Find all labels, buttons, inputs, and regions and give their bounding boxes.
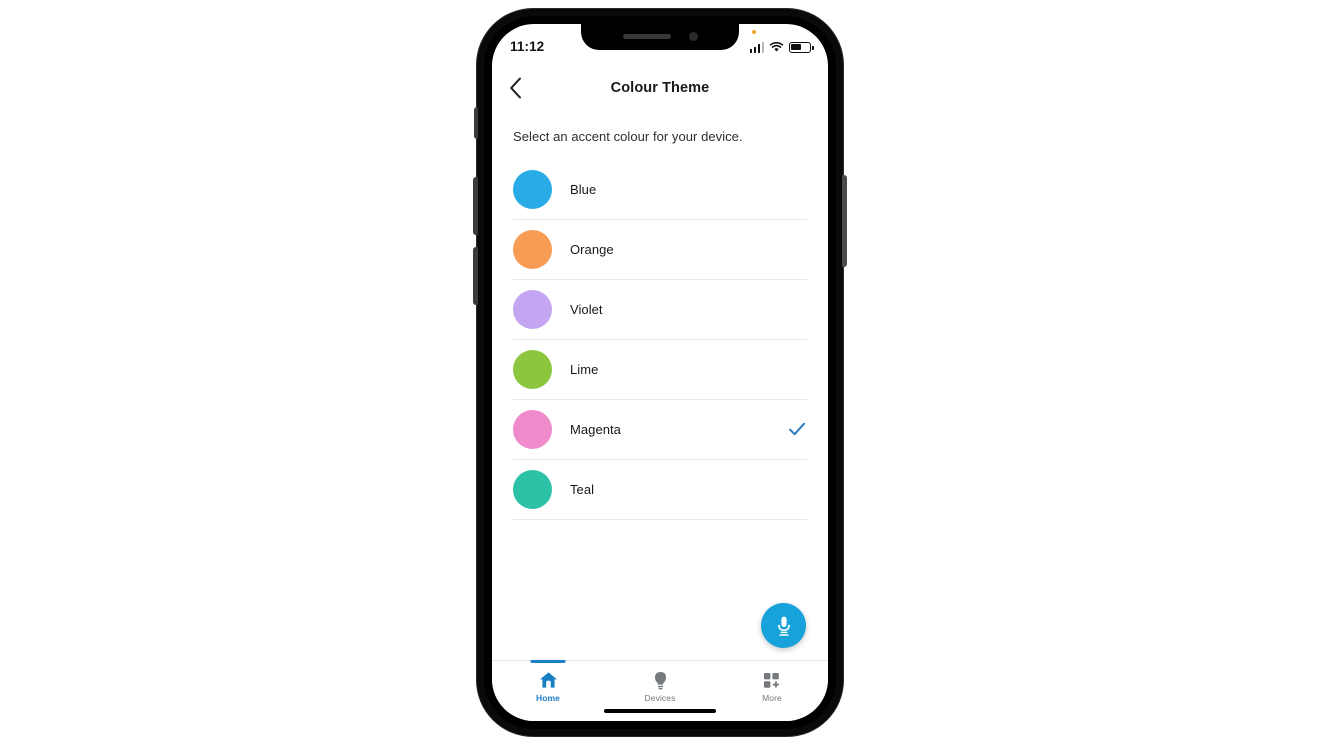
colour-label: Blue [570, 181, 597, 197]
cellular-signal-icon [749, 41, 764, 53]
tab-home[interactable]: Home [492, 660, 604, 721]
earpiece-speaker-icon [622, 33, 671, 39]
phone-frame: 11:12 Colour Theme Select an accent colo… [473, 9, 847, 736]
tab-label: Home [535, 693, 561, 703]
tab-label: Devices [644, 693, 676, 703]
colour-option-orange[interactable]: Orange [513, 220, 807, 280]
colour-swatch [513, 229, 552, 269]
colour-option-blue[interactable]: Blue [513, 160, 807, 220]
colour-swatch [513, 169, 552, 209]
home-indicator[interactable] [604, 709, 716, 713]
nav-bar: Colour Theme [492, 64, 828, 111]
colour-option-lime[interactable]: Lime [513, 340, 807, 400]
volume-down-button[interactable] [473, 247, 478, 305]
wifi-icon [769, 41, 784, 52]
home-icon [539, 670, 558, 690]
colour-label: Lime [570, 361, 599, 377]
colour-label: Teal [570, 481, 595, 497]
orange-notification-dot-icon [751, 29, 756, 34]
grid-plus-icon [763, 670, 782, 690]
colour-label: Magenta [570, 421, 621, 437]
notch [581, 24, 739, 50]
status-bar-time: 11:12 [510, 39, 545, 54]
lightbulb-icon [653, 670, 668, 690]
tab-more[interactable]: More [716, 661, 828, 721]
colour-swatch [513, 289, 552, 329]
tab-label: More [762, 693, 782, 703]
phone-screen: 11:12 Colour Theme Select an accent colo… [492, 24, 828, 721]
active-tab-indicator [530, 660, 566, 663]
colour-option-teal[interactable]: Teal [513, 460, 807, 520]
check-icon [789, 423, 805, 436]
status-bar-icons [749, 29, 814, 53]
subtitle-text: Select an accent colour for your device. [513, 129, 743, 144]
colour-swatch [513, 409, 552, 449]
colour-swatch [513, 349, 552, 389]
screenshot-canvas: 11:12 Colour Theme Select an accent colo… [0, 0, 1320, 744]
content-area: Select an accent colour for your device.… [492, 111, 828, 660]
silent-switch-button[interactable] [474, 107, 478, 139]
front-camera-icon [688, 31, 698, 41]
voice-assistant-button[interactable] [761, 603, 806, 648]
colour-option-magenta[interactable]: Magenta [513, 400, 807, 460]
colour-label: Violet [570, 301, 603, 317]
colour-swatch [513, 469, 552, 509]
power-button[interactable] [842, 175, 847, 267]
back-button[interactable] [492, 64, 538, 111]
microphone-icon [777, 616, 790, 636]
page-title: Colour Theme [610, 79, 710, 96]
volume-up-button[interactable] [473, 177, 478, 235]
colour-option-list: Blue Orange Violet Lime Magenta Teal [492, 160, 828, 520]
colour-label: Orange [570, 241, 614, 257]
colour-option-violet[interactable]: Violet [513, 280, 807, 340]
chevron-left-icon [509, 77, 521, 98]
battery-icon [789, 41, 814, 53]
